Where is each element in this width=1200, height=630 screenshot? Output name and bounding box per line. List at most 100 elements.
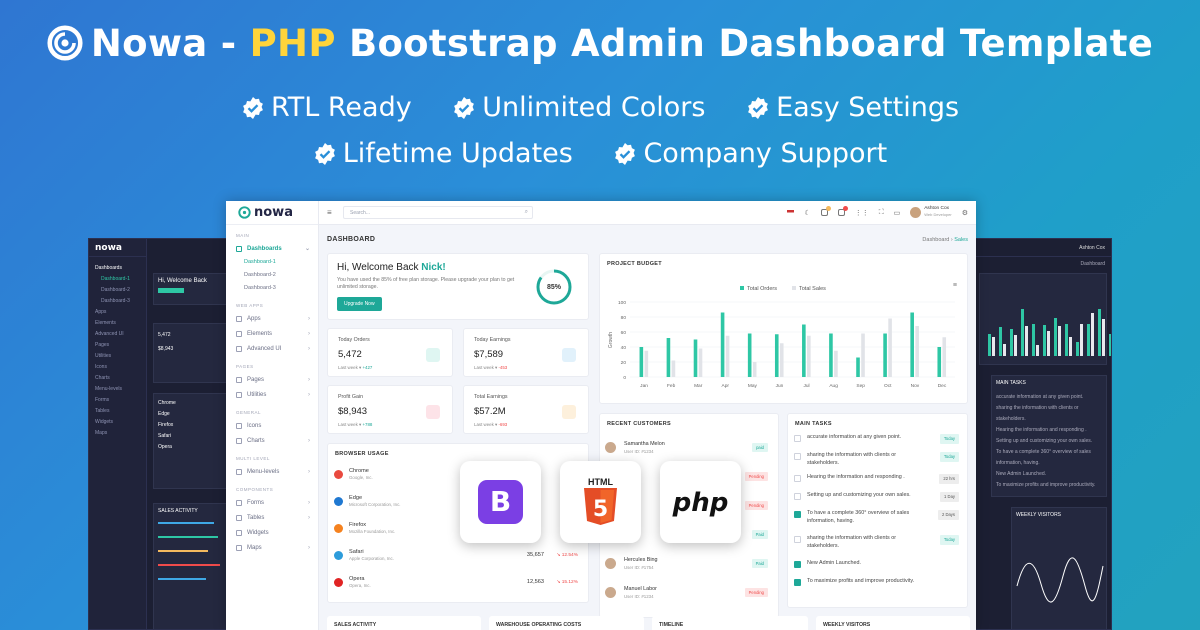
upgrade-button[interactable]: Upgrade Now — [337, 297, 382, 311]
task-checkbox[interactable] — [794, 579, 801, 586]
sidebar-item-charts[interactable]: Charts › — [226, 433, 318, 448]
sidebar-item-tables[interactable]: Tables › — [226, 510, 318, 525]
stat-sub: Last week ▾ +427 — [338, 365, 373, 370]
chat-icon[interactable]: ▭ — [894, 209, 901, 217]
task-text: Setting up and customizing your own sale… — [807, 492, 911, 498]
task-checkbox[interactable] — [794, 493, 801, 500]
task-item[interactable]: Setting up and customizing your own sale… — [794, 492, 961, 502]
chevron-right-icon: › — [308, 437, 310, 444]
x-tick-label: Jan — [640, 383, 648, 389]
app-logo[interactable]: nowa — [226, 201, 318, 225]
sidebar-item-icons[interactable]: Icons — [226, 418, 318, 433]
bell-icon[interactable] — [837, 206, 848, 216]
task-checkbox[interactable] — [794, 435, 801, 442]
dark-nav-item: Tables — [95, 408, 110, 414]
browser-usage-title: BROWSER USAGE — [335, 451, 389, 457]
task-text: To have a complete 360° overview of sale… — [807, 510, 910, 524]
stat-card-profit: Profit Gain $8,943 Last week ▾ +788 — [327, 385, 453, 434]
sidebar-item-elements[interactable]: Elements › — [226, 326, 318, 341]
dark-nav-item: Forms — [95, 397, 110, 403]
stat-sub: Last week ▾ +788 — [338, 422, 373, 427]
task-item[interactable]: To maximize profits and improve producti… — [794, 578, 961, 586]
browser-pct: ↘ 12.54% — [556, 552, 578, 558]
sidebar-item-apps[interactable]: Apps › — [226, 311, 318, 326]
dark-bar — [1080, 324, 1083, 356]
svg-text:5: 5 — [593, 497, 608, 522]
html5-logo: HTML 5 — [560, 461, 641, 543]
topbar-icons: ☾ ⋮⋮ ⛶ ▭ Ashton Cox Web Developer ⚙ — [787, 206, 968, 219]
dark-bar — [1065, 324, 1068, 356]
menu-icon — [236, 468, 242, 475]
dark-browser-list: Chrome Edge Firefox Safari Opera — [158, 400, 176, 450]
svg-text:HTML: HTML — [588, 477, 613, 487]
map-icon — [236, 544, 242, 551]
bar-total-orders — [666, 338, 671, 377]
task-item[interactable]: Hearing the information and responding .… — [794, 474, 961, 484]
dark-tasks-title: MAIN TASKS — [996, 380, 1026, 386]
browser-company: Opera, Inc. — [349, 583, 371, 588]
avatar — [605, 586, 616, 598]
task-checkbox[interactable] — [794, 511, 801, 518]
sidebar-sub-dashboard-3[interactable]: Dashboard-3 — [226, 282, 318, 295]
chevron-right-icon: › — [308, 544, 310, 551]
dark-bar — [999, 327, 1002, 356]
sidebar-item-menu-levels[interactable]: Menu-levels › — [226, 464, 318, 479]
task-item[interactable]: accurate information at any given point.… — [794, 434, 961, 444]
fullscreen-icon[interactable]: ⛶ — [879, 209, 884, 217]
breadcrumb-root: Dashboard — [922, 237, 950, 243]
sidebar-item-pages[interactable]: Pages › — [226, 372, 318, 387]
task-item[interactable]: sharing the information with clients or … — [794, 535, 961, 550]
gear-icon[interactable]: ⚙ — [962, 209, 968, 217]
sidebar-item-widgets[interactable]: Widgets — [226, 525, 318, 540]
dark-browser-card: Chrome Edge Firefox Safari Opera — [153, 393, 231, 489]
sidebar-sub-dashboard-2[interactable]: Dashboard-2 — [226, 269, 318, 282]
feature-item: Company Support — [613, 138, 887, 169]
dark-tasks: accurate information at any given point.… — [996, 394, 1096, 488]
task-checkbox[interactable] — [794, 475, 801, 482]
bar-total-orders — [693, 339, 698, 377]
x-tick-label: Jul — [803, 383, 809, 389]
moon-icon[interactable]: ☾ — [804, 209, 810, 217]
sidebar-item-utilities[interactable]: Utilities › — [226, 387, 318, 402]
task-checkbox[interactable] — [794, 453, 801, 460]
customer-row[interactable]: Hercules Bing User ID: #1754 Paid — [605, 550, 773, 576]
sidebar-item-forms[interactable]: Forms › — [226, 495, 318, 510]
bar-total-sales — [671, 360, 676, 377]
dark-stats: 5,472 $8,943 — [158, 332, 174, 352]
layers-icon — [236, 345, 242, 352]
dark-bar-group — [1109, 327, 1111, 356]
task-checkbox[interactable] — [794, 536, 801, 543]
customer-row[interactable]: Samantha Melon User ID: #1234 paid — [605, 434, 773, 460]
sidebar-sub-dashboard-1[interactable]: Dashboard-1 — [226, 256, 318, 269]
browser-row: Safari Apple Corporation, Inc. 35,657 ↘ 12.… — [334, 545, 582, 565]
user-menu[interactable]: Ashton Cox Web Developer — [910, 206, 952, 219]
verified-badge-icon — [748, 97, 768, 119]
y-tick-label: 0 — [623, 375, 626, 381]
dark-nav-item: Dashboard-2 — [101, 287, 130, 293]
sidebar-item-dashboards[interactable]: Dashboards ⌄ — [226, 241, 318, 256]
flag-icon[interactable] — [787, 210, 795, 215]
main-tasks-card: MAIN TASKS accurate information at any g… — [787, 413, 968, 608]
dark-bar — [1021, 308, 1024, 356]
chevron-right-icon: › — [308, 499, 310, 506]
browser-logo-icon — [334, 469, 343, 479]
cart-icon[interactable] — [820, 206, 831, 216]
status-badge: Paid — [751, 529, 768, 539]
task-item[interactable]: To have a complete 360° overview of sale… — [794, 510, 961, 525]
dark-nav-item: Utilities — [95, 353, 112, 359]
hamburger-icon[interactable]: ≡ — [327, 208, 332, 217]
grid-icon[interactable]: ⋮⋮ — [855, 209, 869, 217]
task-checkbox[interactable] — [794, 561, 801, 568]
task-item[interactable]: sharing the information with clients or … — [794, 452, 961, 467]
stat-label: Total Earnings — [474, 394, 508, 400]
search-input[interactable]: Search... ⌕ — [343, 206, 533, 219]
task-item[interactable]: New Admin Launched. — [794, 560, 961, 568]
customer-row[interactable]: Manuel Labor User ID: #1234 Pending — [605, 579, 773, 605]
dark-crumb: Dashboard — [1080, 261, 1105, 267]
feature-label: RTL Ready — [270, 92, 412, 123]
sidebar-item-advanced-ui[interactable]: Advanced UI › — [226, 341, 318, 356]
sidebar-item-maps[interactable]: Maps › — [226, 540, 318, 555]
y-tick-label: 100 — [618, 300, 626, 306]
task-text: accurate information at any given point. — [807, 434, 902, 440]
search-icon: ⌕ — [524, 209, 528, 215]
